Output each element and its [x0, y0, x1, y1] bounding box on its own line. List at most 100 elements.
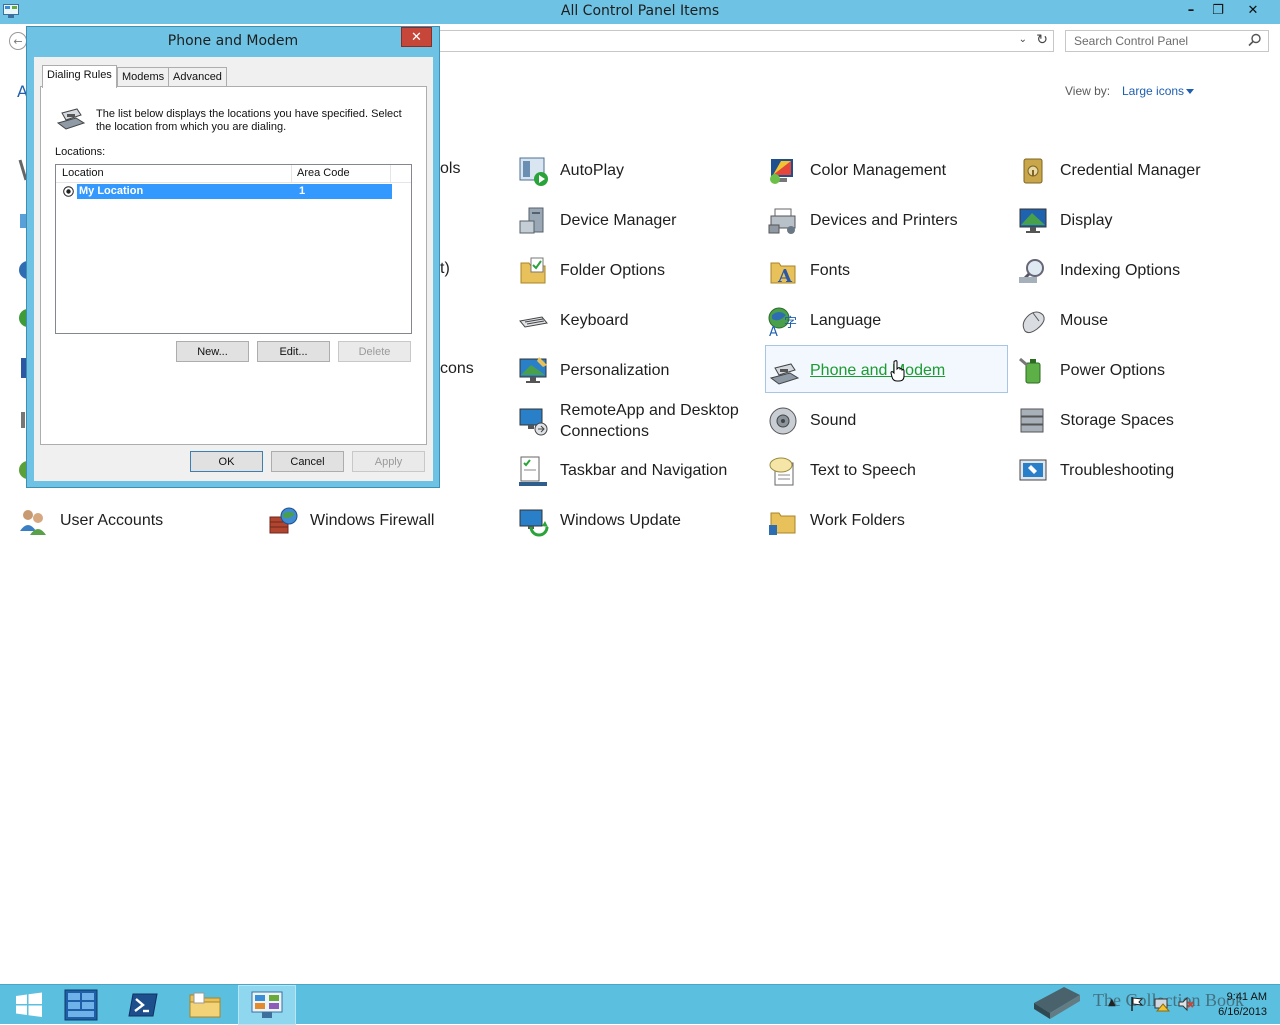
- mouse-icon: [1022, 311, 1045, 334]
- column-header-area-code[interactable]: Area Code: [297, 167, 350, 179]
- cp-item-indexing-options[interactable]: Indexing Options: [1016, 246, 1259, 294]
- close-icon: ✕: [411, 29, 422, 45]
- cp-item-sound[interactable]: Sound: [766, 396, 1009, 444]
- cp-item-remoteapp[interactable]: RemoteApp and Desktop Connections: [516, 396, 759, 444]
- cp-item-storage-spaces[interactable]: Storage Spaces: [1016, 396, 1259, 444]
- refresh-icon[interactable]: ↻: [1036, 32, 1048, 48]
- partial-item-label[interactable]: ols: [440, 160, 460, 178]
- clock-time: 9:41 AM: [1226, 991, 1267, 1003]
- devices-printers-icon: [768, 208, 796, 234]
- cp-item-mouse[interactable]: Mouse: [1016, 296, 1259, 344]
- volume-muted-icon[interactable]: [1178, 996, 1194, 1012]
- taskbar-server-manager[interactable]: [52, 985, 110, 1025]
- network-warning-icon[interactable]: [1154, 996, 1170, 1012]
- show-hidden-icons-chevron-icon[interactable]: ▲: [1108, 997, 1116, 1008]
- svg-text:A: A: [769, 325, 778, 337]
- cp-item-label: Storage Spaces: [1060, 412, 1174, 429]
- close-window-button[interactable]: ✕: [1233, 0, 1273, 20]
- sound-icon: [769, 407, 797, 435]
- cancel-button[interactable]: Cancel: [271, 451, 344, 472]
- delete-location-button[interactable]: Delete: [338, 341, 411, 362]
- folder-icon: [189, 992, 221, 1018]
- taskbar-file-explorer[interactable]: [176, 985, 234, 1025]
- column-divider[interactable]: [390, 165, 391, 183]
- cp-item-label: Display: [1060, 212, 1113, 229]
- cp-item-phone-modem[interactable]: Phone and Modem: [765, 345, 1008, 393]
- cp-item-label: Work Folders: [810, 512, 905, 529]
- cp-item-label: Windows Firewall: [310, 512, 435, 529]
- dialog-title: Phone and Modem: [167, 33, 299, 49]
- windows-firewall-icon: [269, 507, 298, 534]
- svg-text:字: 字: [784, 316, 797, 331]
- cp-item-label: Sound: [810, 412, 857, 429]
- start-button[interactable]: [0, 985, 58, 1025]
- cp-item-personalization[interactable]: Personalization: [516, 346, 759, 394]
- cp-item-folder-options[interactable]: Folder Options: [516, 246, 759, 294]
- dialing-rules-panel: The list below displays the locations yo…: [40, 86, 427, 445]
- cp-item-display[interactable]: Display: [1016, 196, 1259, 244]
- ok-button[interactable]: OK: [190, 451, 263, 472]
- folder-options-icon: [520, 257, 546, 284]
- cp-item-windows-update[interactable]: Windows Update: [516, 496, 759, 544]
- power-options-icon: [1019, 357, 1041, 384]
- search-icon[interactable]: [1248, 33, 1262, 47]
- cp-item-keyboard[interactable]: Keyboard: [516, 296, 759, 344]
- cp-item-work-folders[interactable]: Work Folders: [766, 496, 1009, 544]
- edit-location-button[interactable]: Edit...: [257, 341, 330, 362]
- powershell-icon: [128, 993, 158, 1017]
- locations-list[interactable]: Location Area Code My Location 1: [55, 164, 412, 334]
- control-panel-icon: [251, 991, 283, 1018]
- view-by-chevron-icon[interactable]: [1186, 89, 1194, 94]
- cp-item-label: RemoteApp and Desktop Connections: [560, 402, 739, 440]
- column-divider[interactable]: [291, 165, 292, 183]
- search-box[interactable]: [1065, 30, 1269, 52]
- tab-advanced[interactable]: Advanced: [168, 67, 227, 87]
- cp-item-color-management[interactable]: Color Management: [766, 146, 1009, 194]
- minimize-button[interactable]: –: [1176, 0, 1206, 20]
- cp-item-power-options[interactable]: Power Options: [1016, 346, 1259, 394]
- restore-icon: ❐: [1212, 2, 1224, 18]
- cp-item-troubleshooting[interactable]: Troubleshooting: [1016, 446, 1259, 494]
- taskbar-powershell[interactable]: [114, 985, 172, 1025]
- minimize-icon: –: [1187, 2, 1195, 18]
- cp-item-taskbar-navigation[interactable]: Taskbar and Navigation: [516, 446, 759, 494]
- back-arrow-icon: ←: [13, 34, 23, 48]
- cp-item-autoplay[interactable]: AutoPlay: [516, 146, 759, 194]
- back-button[interactable]: ←: [9, 32, 27, 50]
- phone-modem-icon: [56, 108, 86, 130]
- work-folders-icon: [769, 512, 796, 535]
- tab-modems[interactable]: Modems: [117, 67, 170, 87]
- cp-item-language[interactable]: A字 Language: [766, 296, 1009, 344]
- new-location-button[interactable]: New...: [176, 341, 249, 362]
- taskbar-navigation-icon: [519, 456, 547, 486]
- windows-logo-icon: [16, 992, 42, 1017]
- apply-button[interactable]: Apply: [352, 451, 425, 472]
- windows-update-icon: [519, 509, 549, 537]
- cp-item-label: AutoPlay: [560, 162, 625, 179]
- search-input[interactable]: [1066, 31, 1236, 51]
- cp-item-devices-printers[interactable]: Devices and Printers: [766, 196, 1009, 244]
- dialog-close-button[interactable]: ✕: [401, 27, 432, 47]
- watermark-book-icon: [1034, 987, 1080, 1019]
- table-row[interactable]: My Location 1: [77, 184, 392, 199]
- cp-item-device-manager[interactable]: Device Manager: [516, 196, 759, 244]
- cp-item-label: Taskbar and Navigation: [560, 462, 728, 479]
- close-icon: ✕: [1247, 2, 1259, 18]
- column-header-location[interactable]: Location: [62, 167, 104, 179]
- action-center-flag-icon[interactable]: [1130, 996, 1144, 1012]
- restore-button[interactable]: ❐: [1203, 0, 1233, 20]
- partial-item-label[interactable]: t): [440, 260, 450, 278]
- selected-location-radio-icon[interactable]: [63, 186, 74, 197]
- tab-dialing-rules[interactable]: Dialing Rules: [42, 65, 117, 88]
- system-clock[interactable]: 9:41 AM 6/16/2013: [1205, 990, 1267, 1020]
- cp-item-fonts[interactable]: A Fonts: [766, 246, 1009, 294]
- partial-item-label[interactable]: cons: [440, 360, 474, 378]
- cp-item-text-to-speech[interactable]: Text to Speech: [766, 446, 1009, 494]
- chevron-down-icon[interactable]: ⌄: [1019, 34, 1027, 45]
- taskbar-control-panel[interactable]: [238, 985, 296, 1025]
- view-by-dropdown[interactable]: Large icons: [1122, 84, 1184, 98]
- cp-item-windows-firewall[interactable]: Windows Firewall: [266, 496, 509, 544]
- cp-item-user-accounts[interactable]: User Accounts: [16, 496, 259, 544]
- cp-item-credential-manager[interactable]: Credential Manager: [1016, 146, 1259, 194]
- view-by-label: View by:: [1065, 84, 1111, 98]
